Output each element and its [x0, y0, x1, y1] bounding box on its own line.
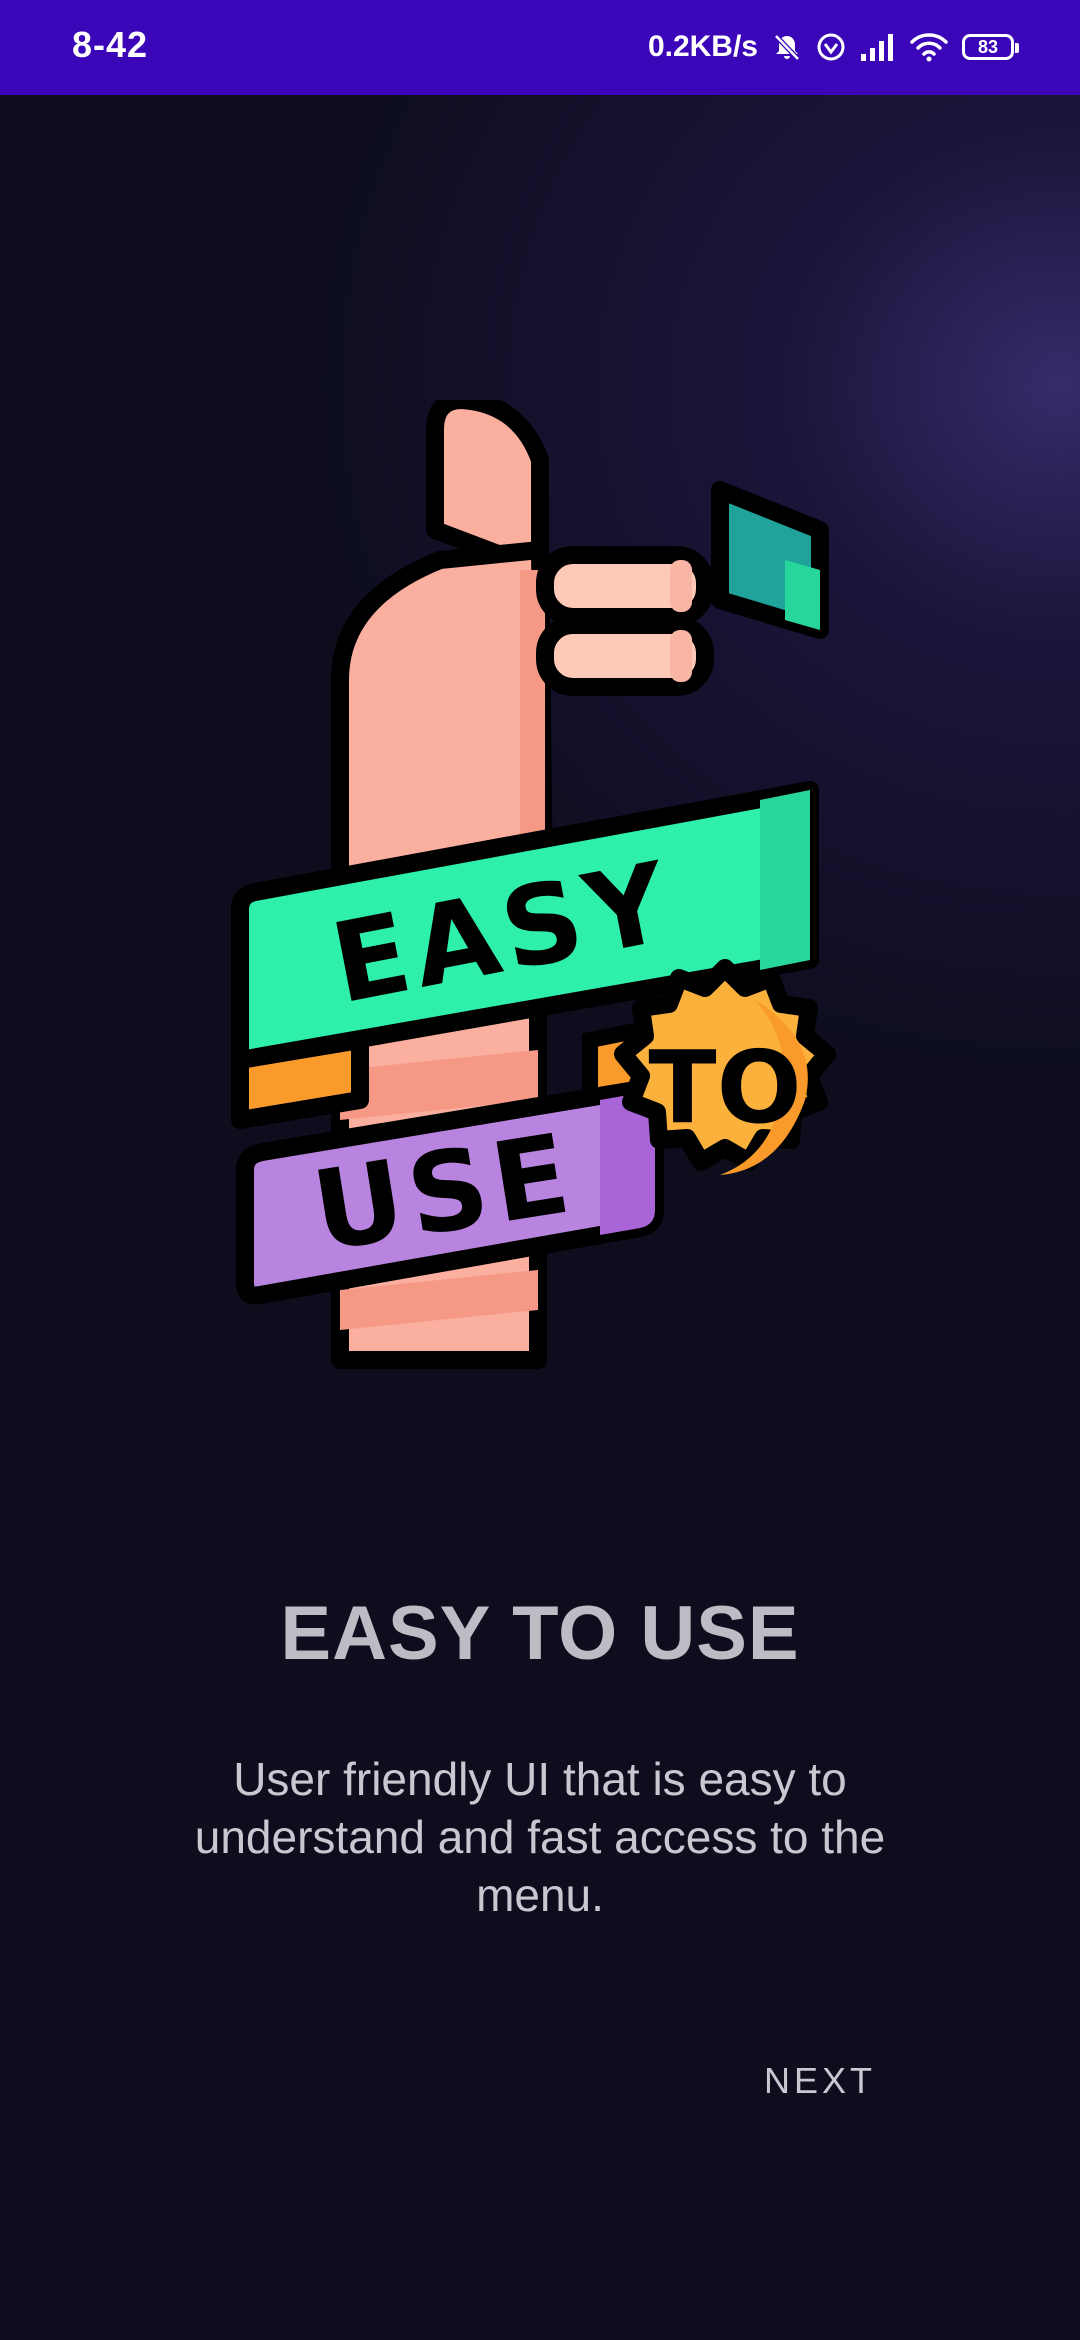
thumbs-up-illustration: EASY USE TO [231, 400, 836, 1369]
vpn-icon [816, 32, 846, 62]
network-speed: 0.2KB/s [647, 30, 758, 63]
badge-to-text: TO [648, 1029, 801, 1146]
battery-level: 83 [977, 36, 999, 57]
next-button[interactable]: NEXT [740, 2060, 900, 2110]
battery-icon: 83 [962, 34, 1019, 60]
signal-icon [860, 32, 896, 62]
status-icons: 0.2KB/s 83 [647, 22, 1019, 72]
status-bar: 8-42 0.2KB/s 83 [0, 0, 1080, 95]
onboarding-title: EASY TO USE [280, 1591, 800, 1676]
onboarding-description: User friendly UI that is easy to underst… [194, 1753, 886, 1921]
mute-icon [772, 32, 802, 62]
status-time: 8-42 [72, 24, 149, 65]
wifi-icon [910, 32, 948, 62]
